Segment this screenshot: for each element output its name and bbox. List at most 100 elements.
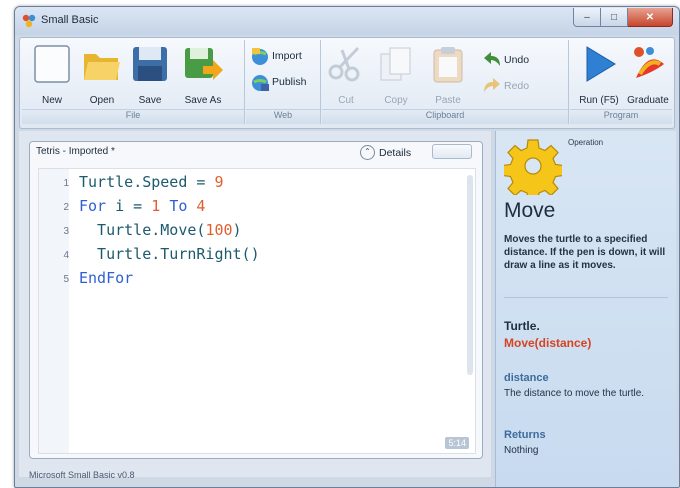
code-token: Turtle (79, 221, 152, 239)
cursor-position: 5:14 (445, 437, 469, 449)
document-close-button[interactable] (432, 144, 472, 159)
help-param-name: distance (504, 372, 549, 384)
line-number: 2 (63, 202, 69, 213)
help-object: Turtle. (504, 319, 540, 333)
undo-arrow-icon (484, 52, 500, 66)
graduate-button[interactable]: Graduate (626, 44, 670, 106)
code-token: TurnRight() (160, 245, 260, 263)
run-button[interactable]: Run (F5) (576, 44, 622, 106)
save-label: Save (138, 95, 162, 106)
redo-arrow-icon (484, 78, 500, 92)
cut-button[interactable]: Cut (326, 44, 366, 106)
clipboard-group: Cut Copy Paste Undo Redo Clipboard (322, 40, 569, 124)
chevron-up-icon: ⌃ (360, 145, 375, 160)
code-token: ) (232, 221, 242, 239)
clipboard-group-label: Clipboard (322, 109, 568, 124)
code-token: 100 (205, 221, 233, 239)
folder-icon (84, 54, 120, 80)
save-as-label: Save As (184, 95, 222, 106)
publish-globe-icon (252, 75, 269, 91)
code-text: Turtle.Speed = 9 (79, 173, 224, 191)
import-button[interactable]: Import (250, 46, 302, 66)
code-token: Move( (160, 221, 206, 239)
code-token: . (151, 221, 161, 239)
code-token: . (133, 173, 143, 191)
help-title: Move (504, 199, 556, 222)
help-kind: Operation (568, 138, 604, 147)
code-token: 4 (196, 197, 206, 215)
code-token: Turtle (79, 173, 134, 191)
gear-icon (504, 139, 562, 195)
program-group: Run (F5) Graduate Program (570, 40, 672, 124)
new-document-icon (34, 45, 70, 83)
code-token: For (79, 197, 107, 215)
floppy-disk-icon (133, 47, 167, 81)
import-globe-icon (252, 48, 268, 65)
code-token: = (187, 173, 215, 191)
title-bar[interactable]: Small Basic – □ ✕ (15, 7, 679, 35)
open-label: Open (89, 95, 115, 106)
code-text: EndFor (79, 269, 133, 287)
save-button[interactable]: Save (128, 44, 172, 106)
open-button[interactable]: Open (80, 44, 124, 106)
save-as-icon (185, 48, 223, 80)
status-bar: Microsoft Small Basic v0.8 (29, 470, 135, 480)
code-token: EndFor (79, 269, 134, 287)
app-window: Small Basic – □ ✕ New Open Save Save As … (14, 6, 680, 488)
help-param-description: The distance to move the turtle. (504, 388, 645, 399)
paste-label: Paste (435, 95, 461, 106)
code-token: 9 (214, 173, 224, 191)
line-number: 1 (63, 178, 69, 189)
program-group-label: Program (570, 109, 672, 124)
copy-label: Copy (384, 95, 408, 106)
maximize-button[interactable]: □ (601, 8, 628, 27)
save-as-button[interactable]: Save As (176, 44, 230, 106)
file-group: New Open Save Save As File (22, 40, 245, 124)
scissors-icon (328, 46, 360, 82)
window-title: Small Basic (41, 14, 99, 26)
help-description: Moves the turtle to a specified distance… (504, 234, 666, 271)
help-divider (504, 297, 668, 298)
graduate-icon (634, 47, 664, 78)
minimize-button[interactable]: – (573, 8, 601, 27)
clipboard-icon (433, 47, 463, 83)
publish-button[interactable]: Publish (250, 72, 306, 92)
code-text: For i = 1 To 4 (79, 197, 205, 215)
ribbon: New Open Save Save As File Import Publis… (19, 37, 675, 129)
code-text: Turtle.Move(100) (79, 221, 242, 239)
copy-icon (380, 47, 411, 81)
line-number: 3 (63, 226, 69, 237)
document-window: Tetris - Imported * ⌃ Details 1 Turtle.Sp… (29, 141, 483, 459)
new-label: New (41, 95, 62, 106)
new-button[interactable]: New (30, 44, 74, 106)
vertical-scrollbar[interactable] (467, 175, 473, 375)
help-panel: Operation Move Moves the turtle to a spe… (495, 131, 676, 487)
graduate-label: Graduate (627, 95, 669, 106)
file-group-label: File (22, 109, 244, 124)
line-number: 4 (63, 250, 69, 261)
cut-label: Cut (338, 95, 354, 106)
help-returns-label: Returns (504, 429, 546, 441)
small-basic-logo-icon (22, 14, 36, 28)
code-token: 1 (151, 197, 161, 215)
close-button[interactable]: ✕ (628, 8, 673, 27)
code-editor[interactable]: 1 Turtle.Speed = 9 2 For i = 1 To 43 Turtle… (38, 168, 476, 454)
web-group: Import Publish Web (246, 40, 321, 124)
details-button[interactable]: ⌃ Details (360, 145, 411, 160)
run-label: Run (F5) (579, 95, 619, 106)
paste-button[interactable]: Paste (428, 44, 468, 106)
code-token: Turtle (79, 245, 152, 263)
redo-button[interactable]: Redo (482, 76, 529, 96)
undo-button[interactable]: Undo (482, 50, 529, 70)
code-token: To (169, 197, 188, 215)
code-token: . (151, 245, 161, 263)
code-token: Speed (142, 173, 188, 191)
code-token: i = (106, 197, 152, 215)
code-text: Turtle.TurnRight() (79, 245, 260, 263)
web-group-label: Web (246, 109, 320, 124)
copy-button[interactable]: Copy (376, 44, 416, 106)
document-title: Tetris - Imported * (36, 146, 115, 157)
play-icon (586, 46, 616, 82)
help-signature: Move(distance) (504, 336, 592, 350)
